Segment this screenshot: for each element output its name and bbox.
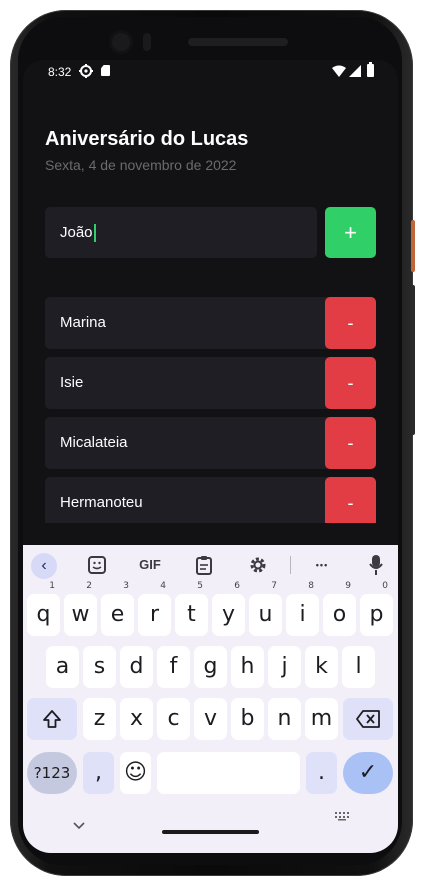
key-b[interactable]: b	[231, 698, 264, 740]
key-d[interactable]: d	[120, 646, 153, 688]
wifi-icon	[332, 65, 346, 77]
event-date: Sexta, 4 de novembro de 2022	[45, 157, 237, 173]
participant-name: Micalateia	[60, 434, 128, 451]
key-y[interactable]: y6	[212, 581, 245, 636]
event-title: Aniversário do Lucas	[45, 128, 249, 150]
toolbar-divider	[290, 556, 291, 574]
input-value: João	[60, 224, 93, 241]
key-c[interactable]: c	[157, 698, 190, 740]
keyboard-toolbar: ‹ GIF •••	[23, 545, 398, 585]
list-item: Hermanoteu -	[45, 477, 376, 523]
key-h[interactable]: h	[231, 646, 264, 688]
comma-key[interactable]: ,	[83, 752, 114, 794]
list-item: Marina -	[45, 297, 376, 349]
key-k[interactable]: k	[305, 646, 338, 688]
gear-icon	[79, 64, 93, 78]
key-p[interactable]: p0	[360, 581, 393, 636]
key-o[interactable]: o9	[323, 581, 356, 636]
remove-participant-button[interactable]: -	[325, 357, 376, 409]
shift-icon	[43, 710, 61, 728]
more-options-icon[interactable]: •••	[309, 554, 335, 576]
key-m[interactable]: m	[305, 698, 338, 740]
key-z[interactable]: z	[83, 698, 116, 740]
camera-sensor	[143, 33, 151, 51]
key-u[interactable]: u7	[249, 581, 282, 636]
symbols-key[interactable]: ?123	[27, 752, 77, 794]
period-key[interactable]: .	[306, 752, 337, 794]
key-i[interactable]: i8	[286, 581, 319, 636]
key-f[interactable]: f	[157, 646, 190, 688]
keyboard-switch-icon[interactable]	[334, 811, 350, 821]
gif-button[interactable]: GIF	[135, 554, 165, 576]
backspace-icon	[356, 710, 380, 728]
signal-icon	[349, 65, 361, 77]
home-indicator[interactable]	[162, 830, 259, 834]
key-a[interactable]: a	[46, 646, 79, 688]
enter-key[interactable]: ✓	[343, 752, 393, 794]
participant-name: Isie	[60, 374, 84, 391]
add-participant-button[interactable]: +	[325, 207, 376, 258]
status-bar: 8:32	[23, 60, 398, 84]
chevron-left-icon[interactable]: ‹	[31, 553, 57, 579]
spacebar[interactable]	[157, 752, 300, 794]
battery-icon	[367, 62, 374, 77]
key-g[interactable]: g	[194, 646, 227, 688]
status-time: 8:32	[48, 65, 72, 79]
key-w[interactable]: w2	[64, 581, 97, 636]
remove-participant-button[interactable]: -	[325, 477, 376, 523]
key-r[interactable]: r4	[138, 581, 171, 636]
chevron-down-icon[interactable]	[73, 822, 85, 830]
power-button	[411, 220, 415, 272]
clipboard-icon[interactable]	[195, 555, 213, 575]
sim-card-icon	[101, 65, 110, 76]
shift-key[interactable]	[27, 698, 77, 740]
screen: 8:32 Aniversário do Lucas Sexta, 4 de no…	[23, 60, 398, 853]
participant-list[interactable]: Marina - Isie - Micalateia - Hermanoteu …	[45, 297, 376, 523]
list-item: Micalateia -	[45, 417, 376, 469]
remove-participant-button[interactable]: -	[325, 297, 376, 349]
settings-icon[interactable]	[248, 555, 268, 575]
key-l[interactable]: l	[342, 646, 375, 688]
remove-participant-button[interactable]: -	[325, 417, 376, 469]
key-q[interactable]: q1	[27, 581, 60, 636]
backspace-key[interactable]	[343, 698, 393, 740]
key-t[interactable]: t5	[175, 581, 208, 636]
soft-keyboard: ‹ GIF ••• q 1 w 2 e 3 r 4 t 5 y 6 u 7 i …	[23, 545, 398, 853]
participant-name: Marina	[60, 314, 106, 331]
participant-name: Hermanoteu	[60, 494, 143, 511]
participant-name-input[interactable]: João	[45, 207, 317, 258]
sticker-icon[interactable]	[87, 555, 107, 575]
key-v[interactable]: v	[194, 698, 227, 740]
key-n[interactable]: n	[268, 698, 301, 740]
emoji-key[interactable]: ☺	[120, 752, 151, 794]
list-item: Isie -	[45, 357, 376, 409]
front-camera	[112, 33, 130, 51]
earpiece-speaker	[188, 38, 288, 46]
key-x[interactable]: x	[120, 698, 153, 740]
key-e[interactable]: e3	[101, 581, 134, 636]
key-s[interactable]: s	[83, 646, 116, 688]
microphone-icon[interactable]	[369, 554, 383, 576]
volume-button	[411, 285, 415, 435]
text-cursor	[93, 224, 96, 243]
key-j[interactable]: j	[268, 646, 301, 688]
